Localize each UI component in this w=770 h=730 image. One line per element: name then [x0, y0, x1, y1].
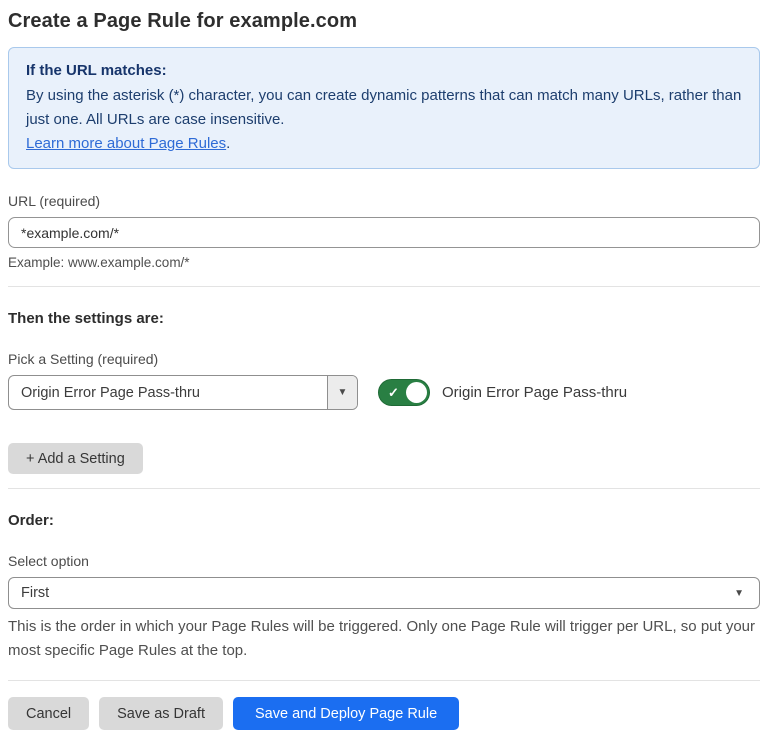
info-box-body: By using the asterisk (*) character, you…	[26, 87, 742, 128]
learn-more-link[interactable]: Learn more about Page Rules	[26, 135, 226, 152]
order-select-wrap: First ▼	[8, 577, 760, 609]
setting-select[interactable]: Origin Error Page Pass-thru ▼	[8, 375, 358, 410]
info-box-heading: If the URL matches:	[26, 62, 167, 79]
chevron-down-icon: ▼	[337, 387, 348, 398]
order-select-label: Select option	[8, 553, 89, 569]
cancel-button[interactable]: Cancel	[8, 697, 90, 730]
save-and-deploy-button[interactable]: Save and Deploy Page Rule	[232, 697, 460, 730]
order-select-value: First	[21, 585, 50, 601]
setting-toggle[interactable]: ✓	[378, 379, 430, 406]
chevron-down-icon: ▼	[734, 587, 744, 599]
order-select[interactable]: First ▼	[8, 577, 760, 609]
divider	[8, 680, 760, 681]
divider	[8, 488, 760, 489]
save-as-draft-button[interactable]: Save as Draft	[99, 697, 223, 730]
order-helper-text: This is the order in which your Page Rul…	[8, 618, 756, 659]
add-setting-button[interactable]: + Add a Setting	[8, 443, 143, 474]
url-field-label: URL (required)	[8, 193, 101, 209]
create-page-rule-panel: Create a Page Rule for example.com If th…	[0, 0, 770, 730]
setting-select-arrow-button[interactable]: ▼	[327, 376, 357, 409]
info-box-link-line: Learn more about Page Rules.	[26, 132, 742, 156]
link-suffix: .	[226, 135, 231, 152]
check-icon: ✓	[388, 384, 399, 400]
setting-row: Origin Error Page Pass-thru ▼ ✓ Origin E…	[8, 375, 760, 410]
setting-toggle-label: Origin Error Page Pass-thru	[442, 384, 628, 401]
url-input[interactable]	[8, 217, 760, 248]
toggle-knob	[406, 382, 427, 403]
url-field-helper: Example: www.example.com/*	[8, 255, 190, 270]
settings-section-heading: Then the settings are:	[8, 310, 164, 327]
url-match-info-box: If the URL matches: By using the asteris…	[8, 47, 760, 169]
page-title: Create a Page Rule for example.com	[8, 10, 358, 32]
divider	[8, 286, 760, 287]
footer-actions: Cancel Save as Draft Save and Deploy Pag…	[8, 697, 760, 730]
order-section-heading: Order:	[8, 512, 54, 529]
pick-setting-label: Pick a Setting (required)	[8, 351, 159, 367]
url-field-section: URL (required) Example: www.example.com/…	[8, 193, 760, 270]
setting-select-value: Origin Error Page Pass-thru	[21, 384, 200, 401]
